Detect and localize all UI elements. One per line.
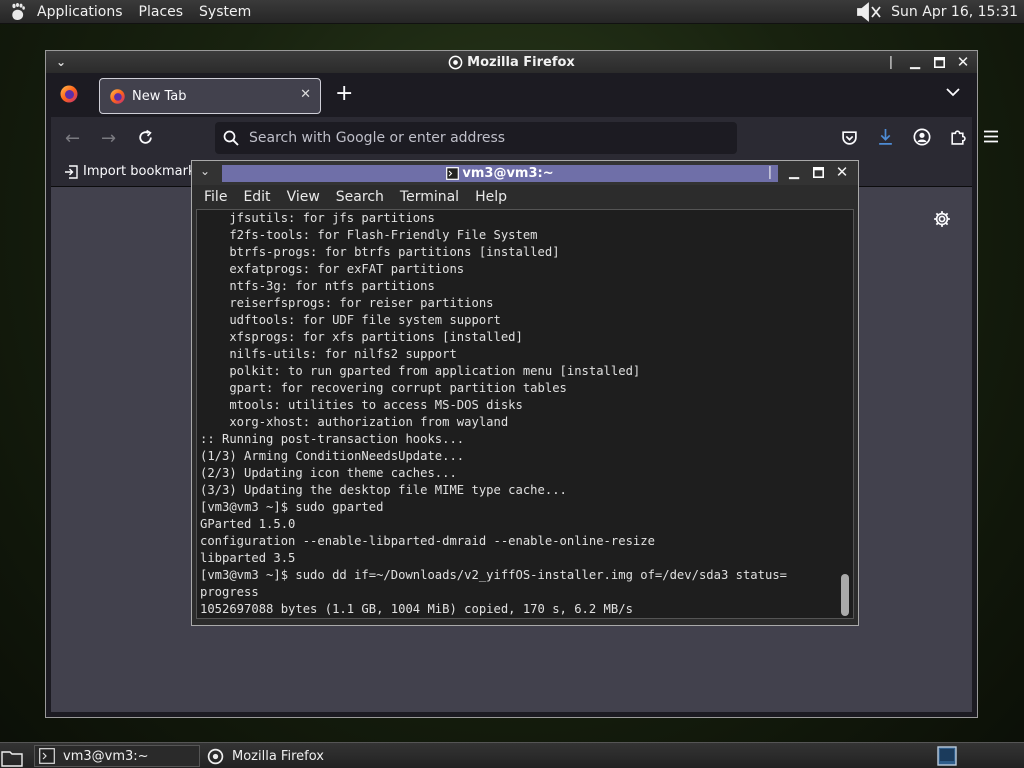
show-desktop-icon[interactable] bbox=[0, 746, 24, 768]
terminal-window-title: vm3@vm3:~ bbox=[462, 166, 554, 181]
terminal-line: btrfs-progs: for btrfs partitions [insta… bbox=[200, 245, 560, 259]
terminal-title-bar-highlight[interactable]: vm3@vm3:~ bbox=[222, 165, 778, 182]
terminal-line: gpart: for recovering corrupt partition … bbox=[200, 381, 567, 395]
back-icon[interactable]: ← bbox=[65, 128, 80, 149]
terminal-line: :: Running post-transaction hooks... bbox=[200, 432, 465, 446]
reload-icon[interactable] bbox=[137, 129, 154, 146]
minimize-icon[interactable]: ▁ bbox=[907, 54, 923, 70]
terminal-line: nilfs-utils: for nilfs2 support bbox=[200, 347, 457, 361]
menu-places[interactable]: Places bbox=[131, 0, 192, 24]
downloads-icon[interactable] bbox=[877, 128, 894, 146]
settings-gear-icon[interactable] bbox=[933, 210, 951, 228]
terminal-line: [vm3@vm3 ~]$ sudo gparted bbox=[200, 500, 384, 514]
terminal-scrollbar-thumb[interactable] bbox=[841, 574, 849, 616]
firefox-tabbar: New Tab ✕ + bbox=[51, 73, 972, 117]
terminal-line: GParted 1.5.0 bbox=[200, 517, 296, 531]
terminal-line: libparted 3.5 bbox=[200, 551, 296, 565]
terminal-line: progress bbox=[200, 585, 259, 599]
terminal-line: (2/3) Updating icon theme caches... bbox=[200, 466, 457, 480]
import-bookmarks-button[interactable]: Import bookmarks bbox=[64, 164, 202, 179]
terminal-menu-file[interactable]: File bbox=[196, 189, 235, 205]
terminal-title-icon bbox=[446, 167, 460, 180]
terminal-line: (1/3) Arming ConditionNeedsUpdate... bbox=[200, 449, 465, 463]
gnome-foot-icon[interactable] bbox=[7, 1, 29, 23]
terminal-line: exfatprogs: for exFAT partitions bbox=[200, 262, 465, 276]
separator-icon: ❘ bbox=[764, 164, 776, 180]
import-icon bbox=[64, 164, 78, 179]
terminal-icon bbox=[39, 748, 55, 764]
firefox-icon bbox=[207, 748, 224, 765]
taskbar-firefox-label: Mozilla Firefox bbox=[232, 748, 324, 764]
terminal-window-menu-chevron-icon[interactable]: ⌄ bbox=[200, 164, 210, 178]
volume-muted-icon[interactable] bbox=[855, 1, 885, 22]
pocket-icon[interactable] bbox=[841, 129, 858, 146]
bottom-panel: vm3@vm3:~ Mozilla Firefox bbox=[0, 742, 1024, 768]
terminal-line: reiserfsprogs: for reiser partitions bbox=[200, 296, 494, 310]
terminal-scrollbar[interactable] bbox=[839, 210, 851, 618]
import-bookmarks-label: Import bookmarks bbox=[83, 164, 203, 179]
terminal-maximize-icon[interactable] bbox=[810, 164, 826, 180]
terminal-minimize-icon[interactable]: ▁ bbox=[786, 164, 802, 180]
firefox-tab-icon bbox=[109, 88, 126, 105]
tab-close-icon[interactable]: ✕ bbox=[300, 87, 311, 102]
list-all-tabs-chevron-icon[interactable] bbox=[946, 87, 960, 97]
terminal-line: f2fs-tools: for Flash-Friendly File Syst… bbox=[200, 228, 538, 242]
terminal-window: ⌄ vm3@vm3:~ ❘ ▁ ✕ File Edit View Search … bbox=[191, 160, 859, 626]
terminal-menu-terminal[interactable]: Terminal bbox=[392, 189, 467, 205]
clock[interactable]: Sun Apr 16, 15:31 bbox=[891, 4, 1018, 20]
maximize-icon[interactable] bbox=[931, 54, 947, 70]
terminal-line: xfsprogs: for xfs partitions [installed] bbox=[200, 330, 523, 344]
new-tab-button[interactable]: + bbox=[335, 81, 353, 106]
terminal-close-icon[interactable]: ✕ bbox=[834, 163, 850, 181]
terminal-menu-view[interactable]: View bbox=[279, 189, 328, 205]
app-menu-icon[interactable] bbox=[984, 130, 998, 143]
terminal-line: [vm3@vm3 ~]$ sudo dd if=~/Downloads/v2_y… bbox=[200, 568, 787, 582]
terminal-menu-edit[interactable]: Edit bbox=[235, 189, 278, 205]
firefox-titlebar[interactable]: ⌄ Mozilla Firefox ❘ ▁ ✕ bbox=[46, 51, 977, 73]
taskbar-terminal[interactable]: vm3@vm3:~ bbox=[34, 745, 200, 767]
terminal-line: 1052697088 bytes (1.1 GB, 1004 MiB) copi… bbox=[200, 602, 633, 616]
url-bar-placeholder: Search with Google or enter address bbox=[249, 130, 506, 146]
separator-icon: ❘ bbox=[885, 54, 897, 70]
tab-new-tab[interactable]: New Tab ✕ bbox=[99, 78, 321, 114]
firefox-window-title: Mozilla Firefox bbox=[467, 54, 575, 70]
taskbar-terminal-label: vm3@vm3:~ bbox=[63, 748, 149, 764]
url-bar[interactable]: Search with Google or enter address bbox=[215, 122, 737, 154]
tab-title: New Tab bbox=[132, 88, 187, 104]
menu-applications[interactable]: Applications bbox=[29, 0, 131, 24]
terminal-line: jfsutils: for jfs partitions bbox=[200, 211, 435, 225]
taskbar-firefox[interactable]: Mozilla Firefox bbox=[203, 745, 403, 767]
top-panel: Applications Places System Sun Apr 16, 1… bbox=[0, 0, 1024, 24]
account-icon[interactable] bbox=[913, 128, 931, 146]
terminal-line: configuration --enable-libparted-dmraid … bbox=[200, 534, 655, 548]
close-icon[interactable]: ✕ bbox=[955, 53, 971, 71]
terminal-line: udftools: for UDF file system support bbox=[200, 313, 501, 327]
terminal-line: polkit: to run gparted from application … bbox=[200, 364, 641, 378]
firefox-view-icon[interactable] bbox=[59, 84, 79, 104]
terminal-line: mtools: utilities to access MS-DOS disks bbox=[200, 398, 523, 412]
panel-tray: Sun Apr 16, 15:31 bbox=[855, 0, 1024, 24]
window-menu-chevron-icon[interactable]: ⌄ bbox=[52, 53, 70, 71]
extensions-icon[interactable] bbox=[949, 128, 966, 145]
search-icon bbox=[223, 130, 239, 146]
terminal-screen[interactable]: jfsutils: for jfs partitions f2fs-tools:… bbox=[196, 209, 854, 619]
terminal-menu-search[interactable]: Search bbox=[328, 189, 392, 205]
terminal-menubar: File Edit View Search Terminal Help bbox=[196, 185, 854, 209]
terminal-line: xorg-xhost: authorization from wayland bbox=[200, 415, 509, 429]
menu-system[interactable]: System bbox=[191, 0, 259, 24]
firefox-title-icon bbox=[448, 55, 463, 70]
forward-icon[interactable]: → bbox=[101, 128, 116, 149]
workspace-switcher-icon[interactable] bbox=[937, 746, 957, 766]
terminal-line: ntfs-3g: for ntfs partitions bbox=[200, 279, 435, 293]
firefox-navbar: ← → Search with Google or enter address bbox=[51, 117, 998, 159]
terminal-titlebar[interactable]: ⌄ vm3@vm3:~ ❘ ▁ ✕ bbox=[192, 161, 858, 185]
terminal-line: (3/3) Updating the desktop file MIME typ… bbox=[200, 483, 567, 497]
terminal-output: jfsutils: for jfs partitions f2fs-tools:… bbox=[200, 210, 840, 618]
terminal-menu-help[interactable]: Help bbox=[467, 189, 515, 205]
